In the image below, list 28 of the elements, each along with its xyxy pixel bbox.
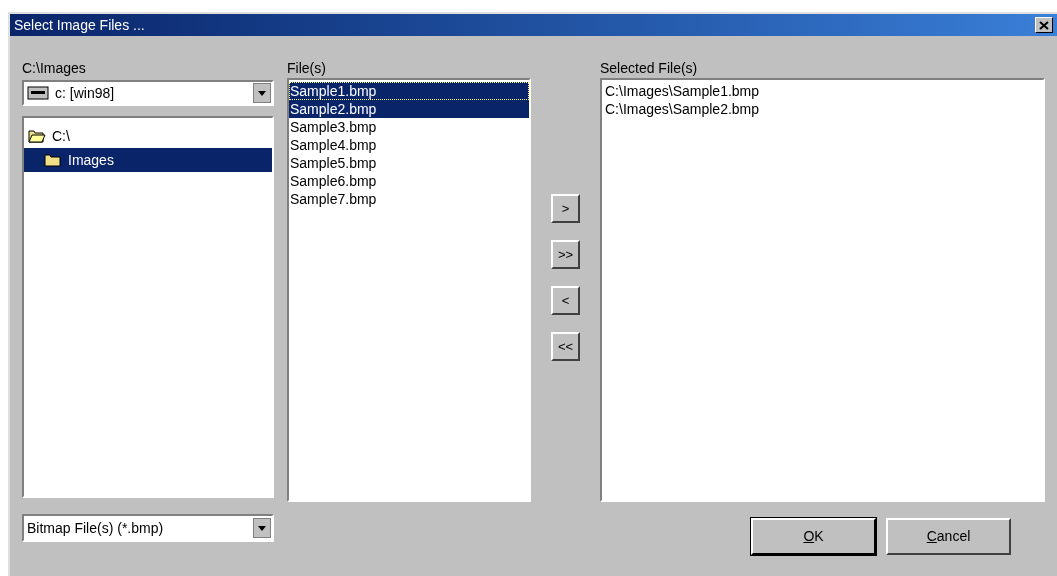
drive-dropdown[interactable]: c: [win98] bbox=[22, 80, 274, 106]
move-button[interactable]: >> bbox=[551, 240, 580, 269]
move-button[interactable]: > bbox=[551, 194, 580, 223]
selected-files-label: Selected File(s) bbox=[600, 59, 699, 78]
filter-dropdown[interactable]: Bitmap File(s) (*.bmp) bbox=[22, 514, 274, 542]
close-icon bbox=[1039, 20, 1049, 30]
folder-icon bbox=[28, 128, 46, 144]
files-label: File(s) bbox=[287, 59, 327, 78]
file-item[interactable]: Sample7.bmp bbox=[289, 190, 529, 208]
move-button[interactable]: < bbox=[551, 286, 580, 315]
folder-icon bbox=[44, 152, 62, 168]
tree-item[interactable]: Images bbox=[24, 148, 272, 172]
window-title: Select Image Files ... bbox=[14, 15, 145, 35]
close-button[interactable] bbox=[1035, 17, 1053, 33]
file-item[interactable]: Sample2.bmp bbox=[289, 100, 529, 118]
move-button[interactable]: << bbox=[551, 332, 580, 361]
ok-button[interactable]: OK bbox=[751, 518, 876, 555]
file-item[interactable]: Sample6.bmp bbox=[289, 172, 529, 190]
cancel-button[interactable]: Cancel bbox=[886, 518, 1011, 555]
tree-item[interactable]: C:\ bbox=[24, 124, 272, 148]
file-item[interactable]: Sample4.bmp bbox=[289, 136, 529, 154]
selected-file-item[interactable]: C:\Images\Sample1.bmp bbox=[605, 82, 1043, 100]
file-item[interactable]: Sample1.bmp bbox=[289, 82, 529, 100]
folder-label: C:\Images bbox=[22, 59, 87, 78]
drive-icon bbox=[27, 86, 49, 100]
selected-file-item[interactable]: C:\Images\Sample2.bmp bbox=[605, 100, 1043, 118]
file-item[interactable]: Sample3.bmp bbox=[289, 118, 529, 136]
file-item[interactable]: Sample5.bmp bbox=[289, 154, 529, 172]
